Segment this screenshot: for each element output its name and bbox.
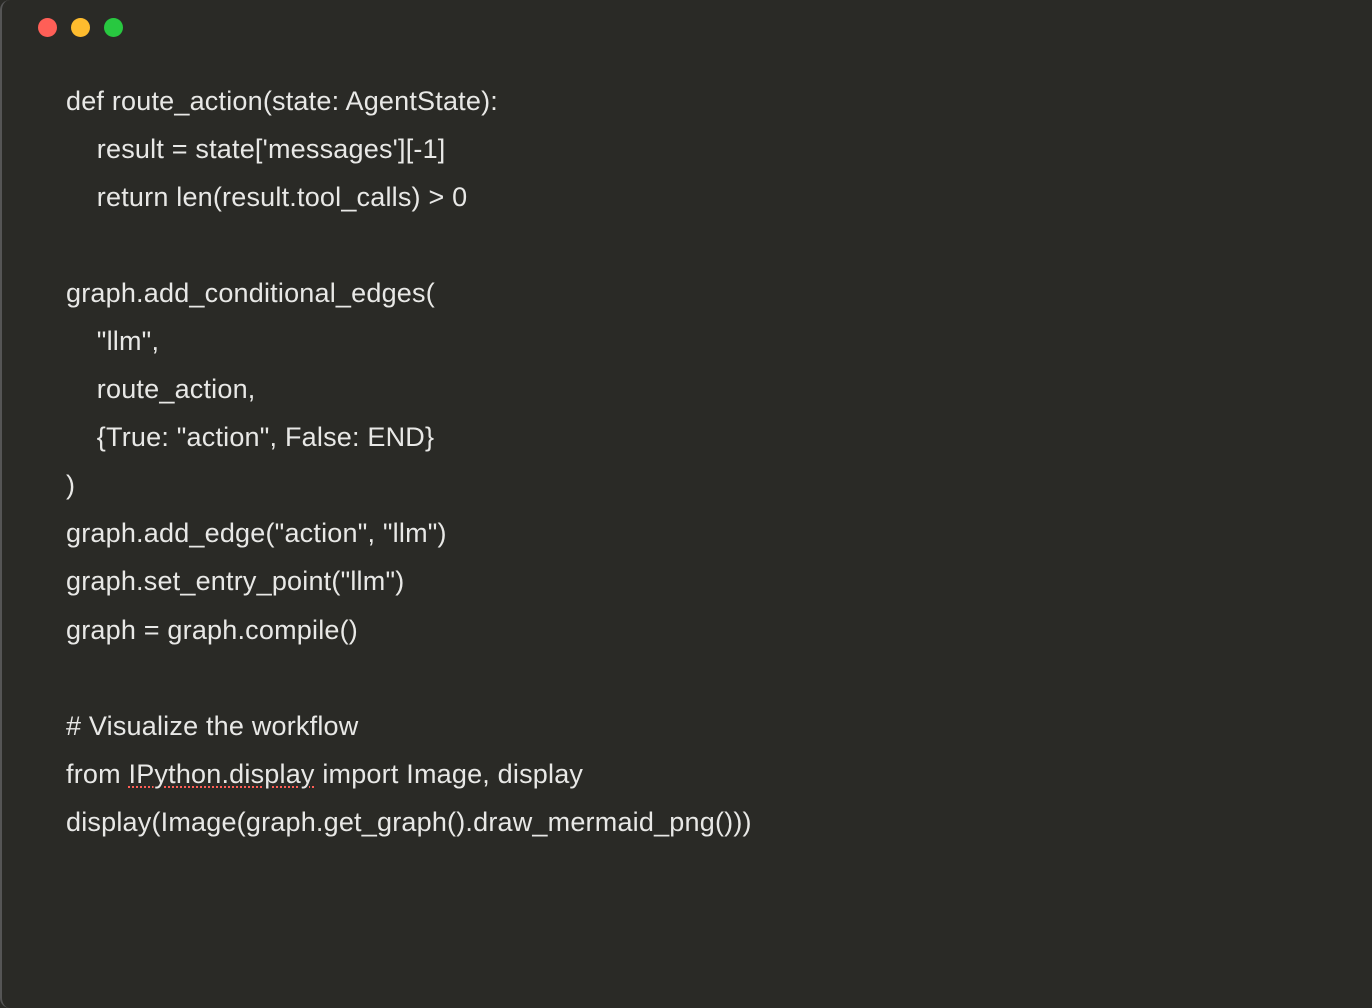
code-line: route_action, [66, 365, 1342, 413]
close-icon[interactable] [38, 18, 57, 37]
code-text: from [66, 759, 129, 789]
code-line-with-spellcheck: from IPython.display import Image, displ… [66, 750, 1342, 798]
titlebar [2, 0, 1372, 47]
code-window: def route_action(state: AgentState): res… [0, 0, 1372, 1008]
code-text: import Image, display [315, 759, 584, 789]
spellcheck-underline: IPython.display [129, 759, 315, 789]
code-line [66, 654, 1342, 702]
code-line: "llm", [66, 317, 1342, 365]
code-line: ) [66, 461, 1342, 509]
code-line: graph.add_edge("action", "llm") [66, 509, 1342, 557]
code-editor[interactable]: def route_action(state: AgentState): res… [2, 47, 1372, 876]
maximize-icon[interactable] [104, 18, 123, 37]
code-line: return len(result.tool_calls) > 0 [66, 173, 1342, 221]
code-line: result = state['messages'][-1] [66, 125, 1342, 173]
code-line: graph.add_conditional_edges( [66, 269, 1342, 317]
code-line: graph = graph.compile() [66, 606, 1342, 654]
code-line: def route_action(state: AgentState): [66, 77, 1342, 125]
code-line [66, 221, 1342, 269]
code-line: display(Image(graph.get_graph().draw_mer… [66, 798, 1342, 846]
code-line: # Visualize the workflow [66, 702, 1342, 750]
code-line: graph.set_entry_point("llm") [66, 557, 1342, 605]
code-line: {True: "action", False: END} [66, 413, 1342, 461]
minimize-icon[interactable] [71, 18, 90, 37]
